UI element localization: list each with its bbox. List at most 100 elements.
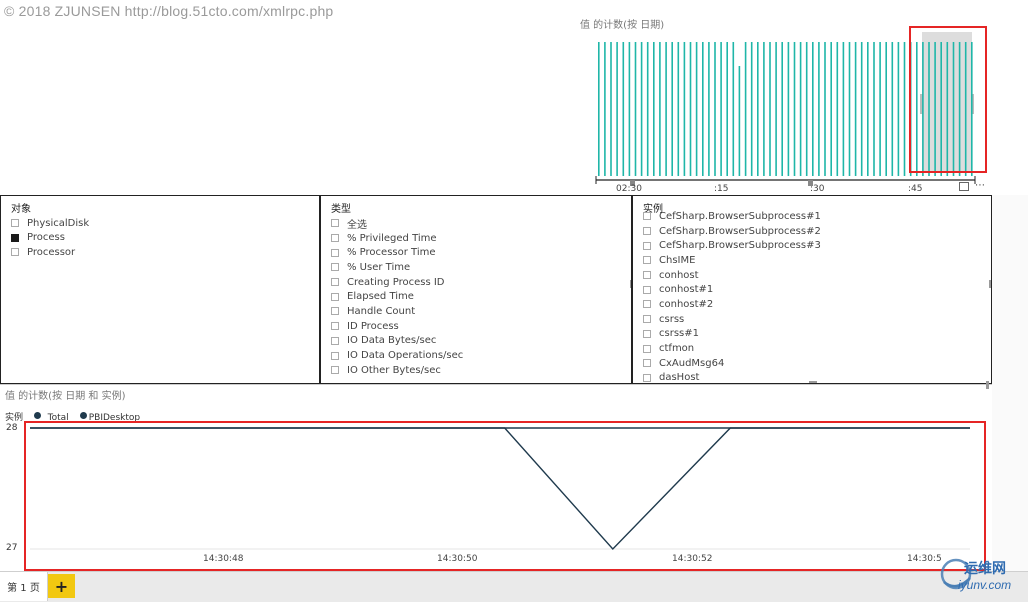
slicer-item[interactable]: IO Data Operations/sec [331,348,625,363]
top-chart-bar[interactable] [702,42,704,176]
top-chart-bar[interactable] [873,42,875,176]
slicer-item[interactable]: csrss#1 [643,327,985,342]
top-chart-bar[interactable] [689,42,692,176]
top-chart-bar[interactable] [879,42,881,176]
top-chart-bar[interactable] [928,42,930,176]
series-line-pbidesktop[interactable] [30,427,970,551]
checkbox-icon[interactable] [331,366,339,375]
slicer-item[interactable]: PhysicalDisk [11,216,313,231]
checkbox-icon[interactable] [331,219,339,228]
slicer-item[interactable]: ChsIME [643,253,985,268]
top-chart-bar[interactable] [799,42,802,176]
checkbox-icon[interactable] [331,263,339,272]
slicer-item[interactable]: IO Data Bytes/sec [331,334,625,349]
top-chart-bar[interactable] [903,42,906,176]
focus-mode-icon[interactable] [959,182,969,191]
top-chart-bar[interactable] [958,42,961,176]
top-chart-bar[interactable] [812,42,814,176]
top-chart-bar[interactable] [604,42,606,176]
checkbox-icon[interactable] [331,278,339,287]
top-chart-bar[interactable] [653,42,655,176]
top-chart-bar[interactable] [885,42,887,176]
line-chart[interactable]: 14:30:48 14:30:50 14:30:52 14:30:5 [0,385,992,572]
slicer-item[interactable]: % Processor Time [331,245,625,260]
top-chart-bar[interactable] [848,42,851,176]
checkbox-icon[interactable] [643,212,651,221]
checkbox-icon[interactable] [643,373,651,382]
slicer-item[interactable]: % Privileged Time [331,231,625,246]
top-chart-bar[interactable] [695,42,698,176]
checkbox-icon[interactable] [643,241,651,250]
top-chart-bar[interactable] [934,42,936,176]
checkbox-icon[interactable] [643,300,651,309]
slicer-item[interactable]: 全选 [331,216,625,231]
checkbox-icon[interactable] [11,248,19,257]
top-bar-chart[interactable]: 02:30 :15 :30 :45 [590,26,992,194]
top-chart-bar[interactable] [732,42,735,176]
slicer-item[interactable]: CefSharp.BrowserSubprocess#3 [643,238,985,253]
checkbox-icon[interactable] [331,234,339,243]
resize-handle-chart[interactable] [986,381,989,389]
top-chart-bar[interactable] [922,42,924,176]
checkbox-icon[interactable] [331,351,339,360]
top-chart-bar[interactable] [726,42,728,176]
checkbox-icon[interactable] [11,219,19,228]
slicer-item[interactable]: Creating Process ID [331,275,625,290]
top-chart-bar[interactable] [622,42,625,176]
slicer-item[interactable]: CefSharp.BrowserSubprocess#2 [643,224,985,239]
top-chart-bar[interactable] [946,42,949,176]
top-chart-bar[interactable] [610,42,612,176]
slicer-item[interactable]: Handle Count [331,304,625,319]
top-chart-bar[interactable] [891,42,894,176]
slicer-item[interactable]: % User Time [331,260,625,275]
top-chart-bar[interactable] [971,42,973,176]
slicer-item[interactable]: conhost#1 [643,282,985,297]
checkbox-icon[interactable] [331,248,339,257]
top-chart-bar[interactable] [769,42,771,176]
slicer-item[interactable]: Elapsed Time [331,289,625,304]
more-options-icon[interactable]: ⋯ [975,180,985,191]
top-chart-bar[interactable] [781,42,783,176]
checkbox-icon[interactable] [643,315,651,324]
top-chart-bar[interactable] [750,42,753,176]
top-chart-bar[interactable] [842,42,845,176]
top-chart-bar[interactable] [671,42,673,176]
top-chart-bar[interactable] [708,42,710,176]
top-chart-bar[interactable] [757,42,759,176]
top-chart-bar[interactable] [916,42,918,176]
top-chart-bar[interactable] [952,42,955,176]
checkbox-icon[interactable] [331,336,339,345]
top-chart-bar[interactable] [775,42,777,176]
slicer-item[interactable]: CxAudMsg64 [643,356,985,371]
checkbox-icon[interactable] [643,329,651,338]
checkbox-icon[interactable] [11,233,19,242]
top-chart-bar[interactable] [665,42,667,176]
slicer-item[interactable]: Process [11,231,313,246]
add-page-button[interactable]: + [48,574,75,598]
top-chart-bar[interactable] [640,42,643,176]
top-chart-bar[interactable] [659,42,661,176]
slicer-item[interactable]: IO Other Bytes/sec [331,363,625,378]
checkbox-icon[interactable] [331,322,339,331]
top-chart-bar[interactable] [867,42,869,176]
top-chart-bar[interactable] [683,42,686,176]
top-chart-bar[interactable] [940,42,942,176]
checkbox-icon[interactable] [643,359,651,368]
top-chart-bar[interactable] [720,42,722,176]
top-chart-bar[interactable] [646,42,649,176]
top-chart-bar[interactable] [616,42,618,176]
slicer-item[interactable]: ID Process [331,319,625,334]
checkbox-icon[interactable] [331,292,339,301]
top-chart-bar[interactable] [818,42,820,176]
top-chart-bar[interactable] [744,42,747,176]
tab-page-1[interactable]: 第 1 页 [0,572,48,601]
slicer-item[interactable]: csrss [643,312,985,327]
top-chart-bar[interactable] [628,42,631,176]
top-chart-bar[interactable] [854,42,857,176]
top-chart-bar[interactable] [897,42,900,176]
slicer-item[interactable]: conhost#2 [643,297,985,312]
checkbox-icon[interactable] [643,271,651,280]
slicer-item[interactable]: conhost [643,268,985,283]
top-chart-bar[interactable] [830,42,832,176]
top-chart-bar[interactable] [860,42,863,176]
